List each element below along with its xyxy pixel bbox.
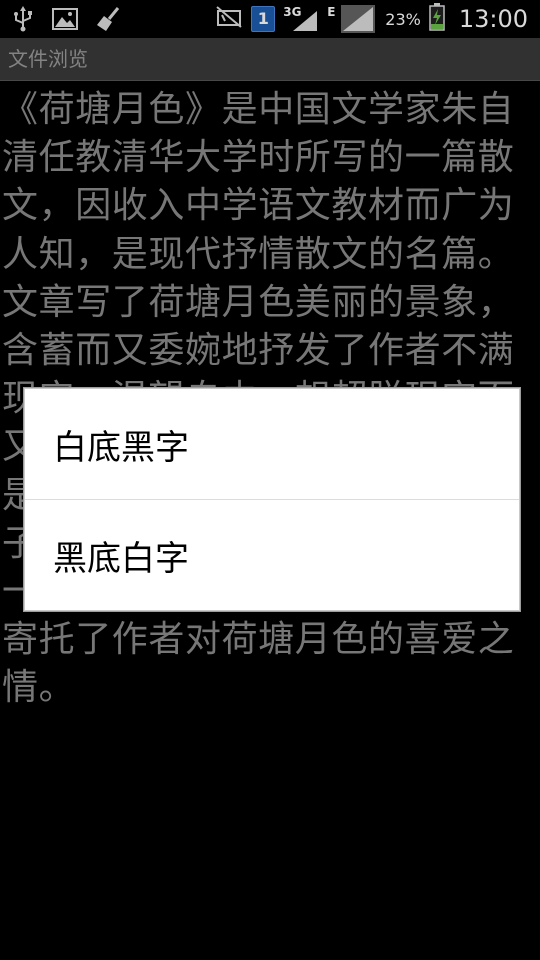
white-bg-black-text-option[interactable]: 白底黑字 [25, 389, 519, 499]
color-scheme-dialog: 白底黑字 黑底白字 [24, 388, 520, 611]
option-label: 黑底白字 [53, 538, 189, 579]
screen: 1 3G E 23% 13:00 文件浏览 《荷塘月色》是中国文学家朱自清任教清… [0, 0, 540, 960]
option-label: 白底黑字 [53, 427, 189, 468]
black-bg-white-text-option[interactable]: 黑底白字 [25, 500, 519, 610]
